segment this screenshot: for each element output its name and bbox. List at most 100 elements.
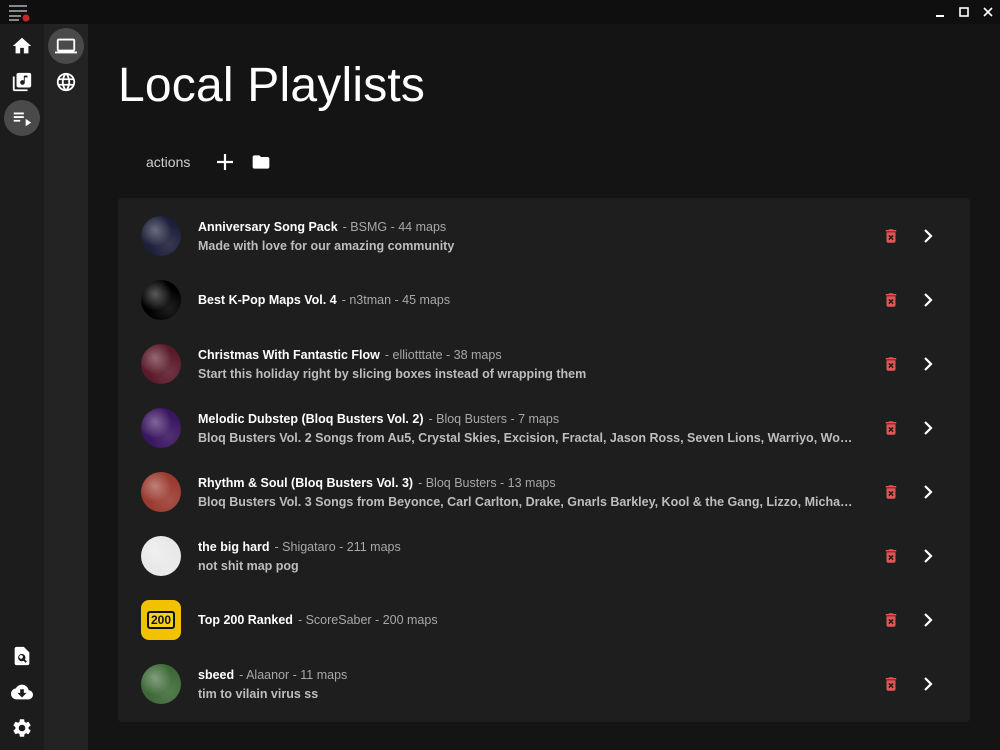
main-content: Local Playlists actions Anniversary Song…	[88, 24, 1000, 750]
delete-icon	[885, 485, 897, 499]
online-playlists-button[interactable]	[48, 64, 84, 100]
playlist-name: Anniversary Song Pack	[198, 220, 338, 234]
playlist-info: Top 200 Ranked - ScoreSaber - 200 maps	[198, 613, 858, 627]
playlist-info: Rhythm & Soul (Bloq Busters Vol. 3) - Blo…	[198, 476, 858, 509]
nav-library-button[interactable]	[4, 64, 40, 100]
search-map-icon	[14, 646, 30, 666]
playlist-meta: - ScoreSaber - 200 maps	[297, 613, 438, 627]
delete-playlist-button[interactable]	[880, 289, 902, 311]
playlist-name: Top 200 Ranked	[198, 613, 293, 627]
delete-playlist-button[interactable]	[880, 225, 902, 247]
globe-icon	[56, 72, 76, 92]
playlist-title-line: sbeed - Alaanor - 11 maps	[198, 668, 858, 682]
delete-icon	[885, 293, 897, 307]
actions-toolbar: actions	[146, 150, 286, 174]
actions-label: actions	[146, 154, 191, 170]
playlist-info: Melodic Dubstep (Bloq Busters Vol. 2) - B…	[198, 412, 858, 445]
open-playlist-button[interactable]	[917, 481, 939, 503]
nav-playlists-button[interactable]	[4, 100, 40, 136]
playlist-title-line: Christmas With Fantastic Flow - elliottta…	[198, 348, 858, 362]
playlist-info: Best K-Pop Maps Vol. 4 - n3tman - 45 maps	[198, 293, 858, 307]
playlist-description: Made with love for our amazing community	[198, 239, 455, 253]
playlist-row[interactable]: Anniversary Song Pack - BSMG - 44 maps Mad…	[118, 200, 970, 264]
delete-playlist-button[interactable]	[880, 673, 902, 695]
playlist-meta: - Shigataro - 211 maps	[274, 540, 401, 554]
main-nav-rail	[0, 24, 44, 750]
playlist-info: the big hard - Shigataro - 211 maps not sh…	[198, 540, 858, 573]
playlist-name: sbeed	[198, 668, 235, 682]
nav-settings-button[interactable]	[4, 710, 40, 746]
chevron-right-icon	[924, 485, 933, 499]
playlist-row[interactable]: Best K-Pop Maps Vol. 4 - n3tman - 45 maps	[118, 264, 970, 328]
playlist-row[interactable]: Melodic Dubstep (Bloq Busters Vol. 2) - B…	[118, 392, 970, 456]
add-icon	[217, 154, 234, 170]
page-title: Local Playlists	[118, 59, 426, 112]
delete-playlist-button[interactable]	[880, 609, 902, 631]
playlist-description: not shit map pog	[198, 559, 299, 573]
playlist-name: Rhythm & Soul (Bloq Busters Vol. 3)	[198, 476, 414, 490]
chevron-right-icon	[924, 293, 933, 307]
delete-icon	[885, 357, 897, 371]
playlist-meta: - elliotttate - 38 maps	[384, 348, 502, 362]
open-folder-button[interactable]	[250, 151, 272, 173]
add-playlist-button[interactable]	[214, 151, 236, 173]
delete-icon	[885, 549, 897, 563]
maximize-icon[interactable]	[952, 0, 976, 24]
open-playlist-button[interactable]	[917, 225, 939, 247]
open-playlist-button[interactable]	[917, 289, 939, 311]
delete-icon	[885, 677, 897, 691]
laptop-icon	[55, 38, 77, 54]
playlist-info: Anniversary Song Pack - BSMG - 44 maps Mad…	[198, 220, 858, 253]
playlist-cover-image	[141, 216, 181, 256]
playlist-title-line: Best K-Pop Maps Vol. 4 - n3tman - 45 maps	[198, 293, 858, 307]
delete-icon	[885, 613, 897, 627]
delete-playlist-button[interactable]	[880, 353, 902, 375]
delete-playlist-button[interactable]	[880, 545, 902, 567]
playlist-meta: - Alaanor - 11 maps	[239, 668, 348, 682]
music-library-icon	[12, 72, 32, 92]
playlist-cover-image	[141, 536, 181, 576]
playlist-name: the big hard	[198, 540, 270, 554]
app-logo-icon	[9, 5, 30, 22]
local-playlists-button[interactable]	[48, 28, 84, 64]
playlist-description: Bloq Busters Vol. 2 Songs from Au5, Crys…	[198, 431, 858, 445]
playlist-name: Christmas With Fantastic Flow	[198, 348, 380, 362]
nav-search-maps-button[interactable]	[4, 638, 40, 674]
open-playlist-button[interactable]	[917, 417, 939, 439]
playlist-row[interactable]: sbeed - Alaanor - 11 maps tim to vilain vi…	[118, 648, 970, 712]
chevron-right-icon	[924, 613, 933, 627]
delete-playlist-button[interactable]	[880, 481, 902, 503]
gear-icon	[13, 719, 31, 737]
minimize-icon[interactable]	[928, 0, 952, 24]
playlist-cover-image: 200	[141, 600, 181, 640]
playlist-row[interactable]: 200 Top 200 Ranked - ScoreSaber - 200 maps	[118, 584, 970, 648]
playlist-cover-image	[141, 344, 181, 384]
chevron-right-icon	[924, 549, 933, 563]
playlist-description: Start this holiday right by slicing boxe…	[198, 367, 587, 381]
chevron-right-icon	[924, 421, 933, 435]
playlist-list: Anniversary Song Pack - BSMG - 44 maps Mad…	[118, 198, 970, 722]
playlist-row[interactable]: the big hard - Shigataro - 211 maps not sh…	[118, 520, 970, 584]
delete-playlist-button[interactable]	[880, 417, 902, 439]
playlist-title-line: Anniversary Song Pack - BSMG - 44 maps	[198, 220, 858, 234]
playlist-row[interactable]: Rhythm & Soul (Bloq Busters Vol. 3) - Blo…	[118, 456, 970, 520]
playlist-title-line: the big hard - Shigataro - 211 maps	[198, 540, 858, 554]
delete-icon	[885, 229, 897, 243]
close-icon[interactable]	[976, 0, 1000, 24]
open-playlist-button[interactable]	[917, 545, 939, 567]
playlist-row[interactable]: Christmas With Fantastic Flow - elliottta…	[118, 328, 970, 392]
title-bar	[0, 0, 1000, 24]
chevron-right-icon	[924, 677, 933, 691]
playlist-meta: - Bloq Busters - 7 maps	[428, 412, 560, 426]
home-icon	[12, 37, 32, 54]
nav-home-button[interactable]	[4, 28, 40, 64]
nav-downloads-button[interactable]	[4, 674, 40, 710]
playlist-meta: - n3tman - 45 maps	[341, 293, 451, 307]
open-playlist-button[interactable]	[917, 353, 939, 375]
open-playlist-button[interactable]	[917, 673, 939, 695]
open-playlist-button[interactable]	[917, 609, 939, 631]
playlist-source-rail	[44, 24, 88, 750]
playlist-cover-image	[141, 664, 181, 704]
chevron-right-icon	[924, 357, 933, 371]
playlist-meta: - Bloq Busters - 13 maps	[418, 476, 556, 490]
